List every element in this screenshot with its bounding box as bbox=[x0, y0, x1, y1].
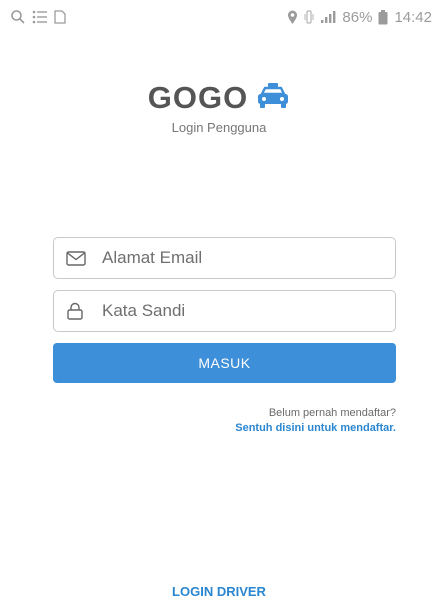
clock: 14:42 bbox=[394, 8, 432, 26]
signal-icon bbox=[320, 10, 336, 24]
battery-icon bbox=[378, 9, 388, 25]
register-link[interactable]: Sentuh disini untuk mendaftar. bbox=[235, 422, 396, 434]
login-subtitle: Login Pengguna bbox=[171, 120, 267, 135]
email-field-container[interactable] bbox=[53, 237, 396, 279]
app-title: GOGO bbox=[147, 80, 249, 115]
battery-percentage: 86% bbox=[342, 8, 373, 26]
register-question: Belum pernah mendaftar? bbox=[268, 407, 396, 419]
list-icon bbox=[32, 10, 48, 24]
taxi-icon bbox=[256, 82, 290, 115]
status-bar: 86% 14:42 bbox=[0, 0, 438, 34]
brand-header: GOGO Login Pengguna bbox=[0, 80, 438, 135]
login-button[interactable]: MASUK bbox=[53, 343, 396, 383]
location-pin-icon bbox=[287, 10, 298, 25]
search-icon bbox=[10, 9, 26, 25]
document-icon bbox=[54, 10, 66, 24]
vibrate-icon bbox=[304, 10, 314, 24]
password-input[interactable] bbox=[100, 300, 395, 322]
register-prompt: Belum pernah mendaftar? Sentuh disini un… bbox=[235, 406, 396, 436]
email-input[interactable] bbox=[100, 247, 395, 269]
password-field-container[interactable] bbox=[53, 290, 396, 332]
lock-icon bbox=[66, 302, 88, 320]
envelope-icon bbox=[66, 249, 88, 267]
login-driver-link[interactable]: LOGIN DRIVER bbox=[0, 584, 438, 599]
